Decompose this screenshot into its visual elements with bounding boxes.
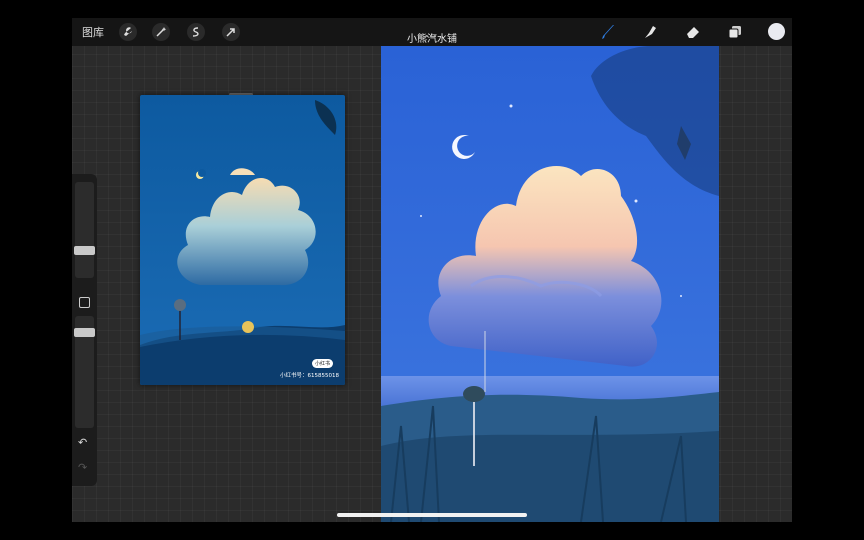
more-options-icon[interactable] <box>426 22 438 37</box>
brush-icon[interactable] <box>599 23 617 41</box>
left-sidebar: ↶ ↷ <box>72 174 97 486</box>
procreate-screen: 图库 小熊汽水铺 ↶ ↷ 小红书 小红书号：615855018 <box>72 18 792 522</box>
main-canvas[interactable] <box>381 46 719 522</box>
reference-image[interactable]: 小红书 小红书号：615855018 <box>140 95 345 385</box>
modify-button[interactable] <box>79 297 90 308</box>
color-picker-button[interactable] <box>768 23 785 40</box>
top-toolbar: 图库 小熊汽水铺 <box>72 18 792 46</box>
eraser-icon[interactable] <box>684 23 702 41</box>
smudge-icon[interactable] <box>641 23 659 41</box>
reference-artwork <box>140 95 345 385</box>
layers-icon[interactable] <box>726 23 744 41</box>
brush-size-slider[interactable] <box>75 182 94 278</box>
home-indicator[interactable] <box>337 513 527 517</box>
redo-button[interactable]: ↷ <box>78 461 87 474</box>
brush-size-thumb[interactable] <box>74 246 95 255</box>
opacity-thumb[interactable] <box>74 328 95 337</box>
undo-button[interactable]: ↶ <box>78 436 87 449</box>
canvas-artwork <box>381 46 719 522</box>
id-text: 小红书号：615855018 <box>280 373 339 379</box>
badge-label: 小红书 <box>312 359 334 368</box>
